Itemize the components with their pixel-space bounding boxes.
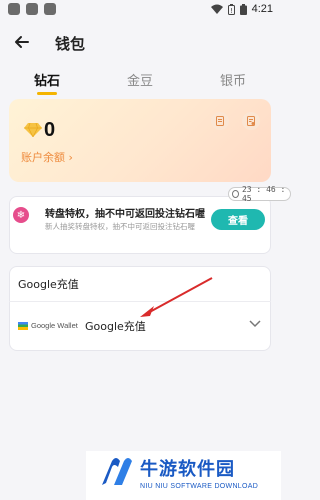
- status-bar: ! 4:21: [0, 0, 281, 20]
- battery-alert-icon: !: [227, 3, 235, 15]
- tab-label: 钻石: [33, 74, 60, 89]
- account-balance-link[interactable]: 账户余额 ›: [21, 149, 73, 165]
- snowflake-icon: ❄: [13, 207, 29, 223]
- notification-icon: [8, 3, 20, 15]
- timer-text: 23 : 46 : 45: [241, 185, 286, 203]
- google-wallet-logo: Google Wallet: [18, 321, 78, 330]
- watermark-subtitle: NIU NIU SOFTWARE DOWNLOAD: [140, 483, 259, 490]
- countdown-timer: 23 : 46 : 45: [228, 185, 291, 203]
- divider: [9, 301, 271, 302]
- battery-icon: [239, 3, 247, 15]
- watermark: 牛游软件园 NIU NIU SOFTWARE DOWNLOAD: [86, 451, 281, 500]
- diamond-icon: [24, 123, 42, 137]
- view-button[interactable]: 查看: [211, 209, 265, 230]
- document-icon: [247, 116, 255, 126]
- niuniu-logo: [102, 458, 132, 485]
- tab-label: 银币: [219, 74, 246, 89]
- svg-text:!: !: [230, 7, 233, 15]
- wifi-icon: [210, 4, 223, 14]
- document-icon: [216, 116, 224, 126]
- payment-method-label[interactable]: Google充值: [85, 318, 146, 334]
- promo-description: 新人抽奖转盘特权，抽不中可返回投注钻石喔: [45, 222, 195, 231]
- recharge-section-title: Google充值: [18, 278, 79, 291]
- page-title: 钱包: [55, 35, 86, 53]
- tab-diamond[interactable]: 钻石: [17, 70, 77, 95]
- tab-gold-beans[interactable]: 金豆: [110, 70, 170, 89]
- balance-card: 0 账户余额 ›: [9, 99, 271, 182]
- promo-title: 转盘特权，抽不中可返回投注钻石喔: [45, 209, 205, 220]
- tab-label: 金豆: [126, 74, 153, 89]
- bill-details-button[interactable]: [242, 112, 260, 130]
- chevron-down-icon[interactable]: [249, 320, 261, 328]
- notification-icon: [26, 3, 38, 15]
- status-time: 4:21: [251, 3, 273, 15]
- back-arrow-icon[interactable]: [12, 32, 32, 52]
- watermark-title: 牛游软件园: [140, 459, 235, 480]
- transaction-record-button[interactable]: [211, 112, 229, 130]
- notification-icon: [44, 3, 56, 15]
- currency-tabs: 钻石 金豆 银币: [0, 70, 281, 95]
- tab-silver-coins[interactable]: 银币: [203, 70, 263, 89]
- header: 钱包: [0, 28, 281, 58]
- google-wallet-text: Google Wallet: [31, 321, 78, 330]
- active-tab-indicator: [37, 92, 57, 95]
- clock-icon: [232, 190, 239, 198]
- balance-value: 0: [44, 119, 56, 141]
- wallet-icon: [18, 321, 28, 330]
